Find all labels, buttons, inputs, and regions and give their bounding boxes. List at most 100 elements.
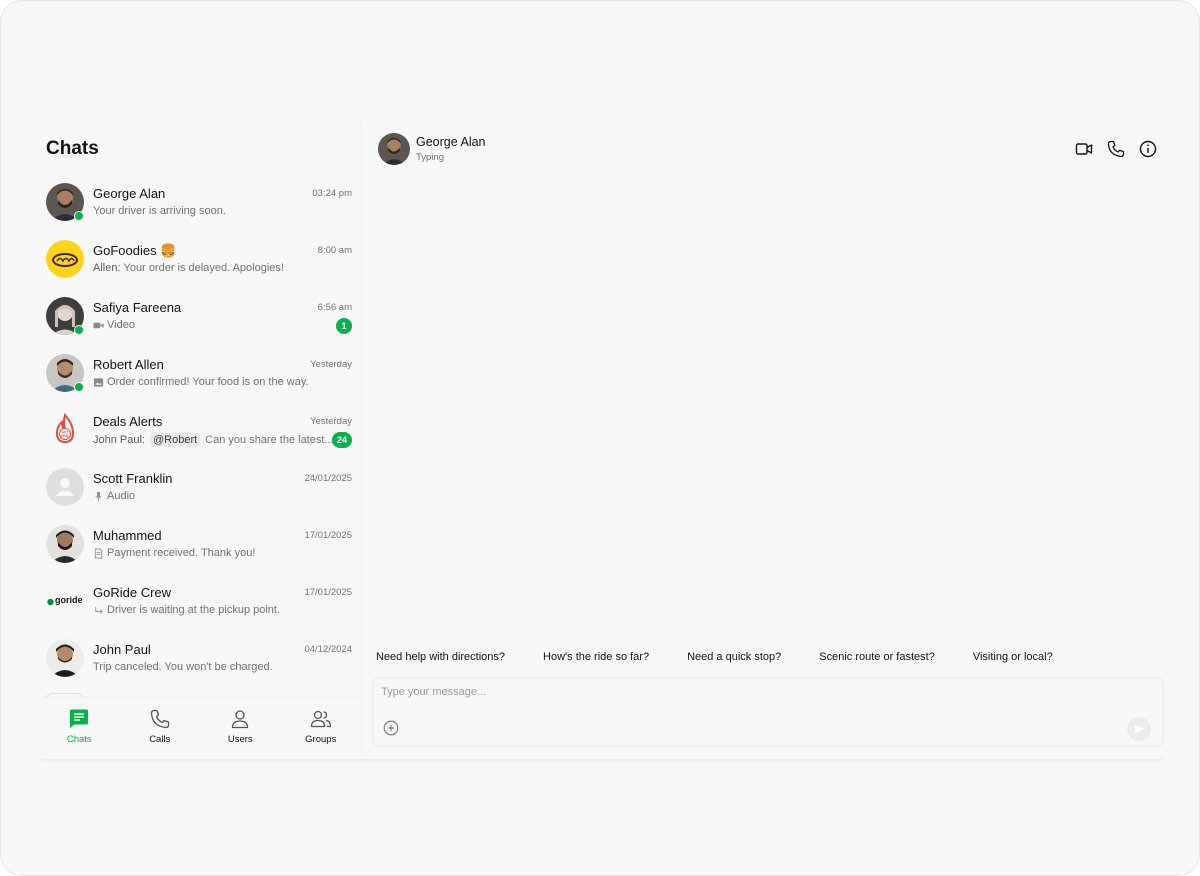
smart-reply-chip[interactable]: How's the ride so far? — [543, 649, 649, 665]
preview-text: Trip canceled. You won't be charged. — [93, 661, 273, 673]
chat-time: 6:56 am — [317, 302, 352, 313]
message-composer — [372, 677, 1164, 747]
video-call-icon[interactable] — [1075, 140, 1093, 158]
user-icon — [232, 710, 249, 729]
chat-time: 04/12/2024 — [304, 644, 352, 655]
conversation-panel: George Alan Typing Need help with direct… — [361, 121, 1164, 757]
unread-badge: 24 — [332, 432, 352, 448]
chat-name: GoRide Crew — [93, 585, 172, 600]
card-edge — [39, 753, 1163, 759]
typing-status: Typing — [416, 152, 444, 163]
chat-time: Yesterday — [310, 359, 352, 370]
preview-text: Your order is delayed. Apologies! — [123, 262, 284, 274]
chat-preview: Trip canceled. You won't be charged. — [93, 661, 273, 673]
nav-label: Calls — [149, 734, 171, 745]
mention-tag: @Robert — [149, 433, 201, 447]
chat-icon — [70, 709, 89, 729]
chat-time: 17/01/2025 — [304, 530, 352, 541]
chat-preview: Your driver is arriving soon. — [93, 205, 226, 217]
chat-time: 8:00 am — [317, 245, 352, 256]
chat-name: GoFoodies 🍔 — [93, 243, 177, 258]
chat-name: Safiya Fareena — [93, 300, 182, 315]
reply-icon — [95, 606, 103, 614]
svg-text:DEAL: DEAL — [61, 434, 70, 438]
nav-chats[interactable]: Chats — [39, 698, 120, 755]
chat-item-george-alan[interactable]: George Alan 03:24 pm Your driver is arri… — [39, 177, 361, 234]
hot-deal-logo: HOT DEAL — [46, 411, 84, 449]
chat-item-gofoodies[interactable]: GoFoodies 🍔 8:00 am Allen: Your order is… — [39, 234, 361, 291]
nav-label: Chats — [66, 734, 92, 745]
preview-text: Order confirmed! Your food is on the way… — [107, 376, 309, 388]
smart-reply-chip[interactable]: Visiting or local? — [973, 649, 1053, 665]
chat-item-goride-crew[interactable]: goride GoRide Crew 17/01/2025 Driver is … — [39, 576, 361, 633]
chat-item-robert-allen[interactable]: Robert Allen Yesterday Order confirmed! … — [39, 348, 361, 405]
voice-call-icon[interactable] — [1107, 140, 1125, 158]
page-title: Chats — [46, 138, 99, 159]
chat-name: Deals Alerts — [93, 414, 163, 429]
chat-item-scott-franklin[interactable]: Scott Franklin 24/01/2025 Audio — [39, 462, 361, 519]
preview-text: Payment received. Thank you! — [107, 547, 256, 559]
conversation-title: George Alan — [416, 135, 486, 149]
preview-text: Can you share the latest... — [205, 434, 334, 446]
chat-name: Scott Franklin — [93, 471, 173, 486]
mic-icon — [95, 491, 102, 501]
chat-time: 17/01/2025 — [304, 587, 352, 598]
chat-preview: Order confirmed! Your food is on the way… — [93, 376, 309, 388]
app-window: Chats George Alan 03:24 pm Your driver i… — [0, 0, 1200, 876]
unread-badge: 1 — [336, 318, 352, 334]
chat-item-deals-alerts[interactable]: HOT DEAL Deals Alerts Yesterday John Pau… — [39, 405, 361, 462]
preview-text: Audio — [107, 490, 136, 502]
smart-reply-chip[interactable]: Scenic route or fastest? — [819, 649, 935, 665]
header-actions — [1075, 140, 1157, 158]
chat-name: George Alan — [93, 186, 166, 201]
info-icon[interactable] — [1139, 140, 1157, 158]
chat-time: 24/01/2025 — [304, 473, 352, 484]
video-icon — [93, 322, 104, 328]
goride-logo: goride — [46, 582, 84, 620]
chat-preview: John Paul: @Robert Can you share the lat… — [93, 433, 334, 447]
preview-text: Your driver is arriving soon. — [93, 205, 226, 217]
nav-groups[interactable]: Groups — [281, 698, 362, 755]
smart-reply-chip[interactable]: Need help with directions? — [376, 649, 505, 665]
chat-item-john-paul[interactable]: John Paul 04/12/2024 Trip canceled. You … — [39, 633, 361, 690]
online-indicator — [74, 382, 84, 392]
chat-name: John Paul — [93, 642, 151, 657]
header-avatar[interactable] — [378, 133, 410, 165]
nav-calls[interactable]: Calls — [120, 698, 201, 755]
preview-sender: Allen: — [93, 262, 121, 274]
online-indicator — [74, 325, 84, 335]
smart-replies: Need help with directions? How's the rid… — [376, 649, 1091, 665]
phone-icon — [150, 709, 169, 729]
avatar — [46, 525, 84, 563]
chat-item-safiya-fareena[interactable]: Safiya Fareena 6:56 am Video 1 — [39, 291, 361, 348]
chat-preview: Video — [93, 319, 135, 331]
image-icon — [93, 377, 104, 387]
chat-preview: Driver is waiting at the pickup point. — [93, 604, 280, 616]
send-button[interactable] — [1127, 717, 1151, 741]
bottom-nav: Chats Calls Users Groups — [39, 697, 361, 755]
preview-sender: John Paul: — [93, 434, 145, 446]
chat-item-muhammed[interactable]: Muhammed 17/01/2025 Payment received. Th… — [39, 519, 361, 576]
preview-text: Video — [107, 319, 135, 331]
smart-reply-chip[interactable]: Need a quick stop? — [687, 649, 781, 665]
send-icon — [1134, 724, 1144, 734]
add-attachment-icon[interactable] — [383, 720, 399, 736]
nav-label: Users — [227, 734, 253, 745]
chat-list-panel: Chats George Alan 03:24 pm Your driver i… — [39, 121, 361, 757]
message-input[interactable] — [381, 686, 1081, 698]
groups-icon — [310, 710, 331, 728]
chat-time: Yesterday — [310, 416, 352, 427]
default-user-avatar — [46, 468, 84, 506]
nav-users[interactable]: Users — [200, 698, 281, 755]
chat-preview: Allen: Your order is delayed. Apologies! — [93, 262, 284, 274]
preview-text: Driver is waiting at the pickup point. — [107, 604, 281, 616]
file-icon — [94, 548, 103, 558]
chat-preview: Audio — [93, 490, 135, 502]
goride-logo-text: goride — [55, 595, 83, 605]
avatar — [46, 639, 84, 677]
online-indicator — [74, 211, 84, 221]
chat-name: Muhammed — [93, 528, 162, 543]
gofoodies-logo — [46, 240, 84, 278]
nav-label: Groups — [305, 734, 337, 745]
chat-list: George Alan 03:24 pm Your driver is arri… — [39, 177, 361, 695]
